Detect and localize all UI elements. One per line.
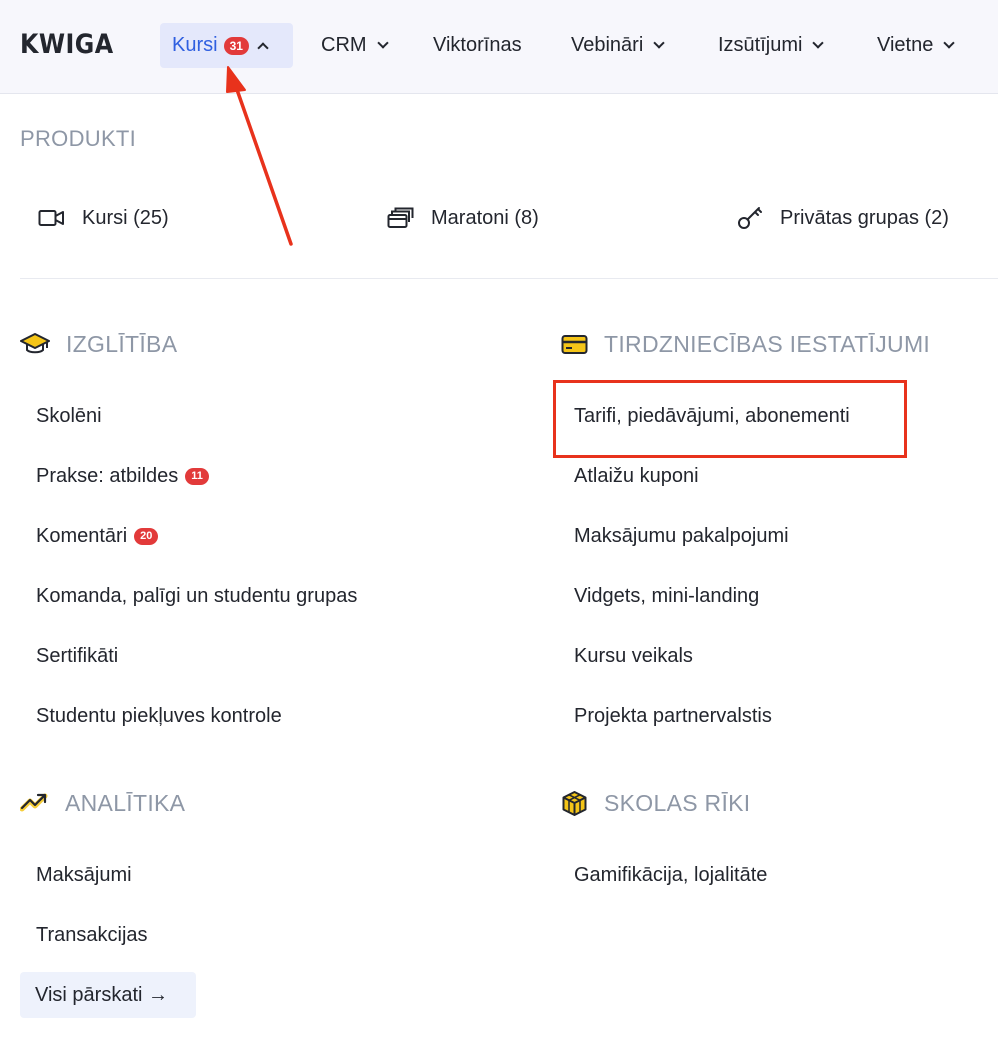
analytics-title: ANALĪTIKA: [65, 789, 186, 816]
nav-vebinari[interactable]: Vebināri: [571, 23, 665, 68]
link-prakse-atbildes[interactable]: Prakse: atbildes 11: [36, 461, 209, 491]
product-privatas-grupas-label: Privātas grupas (2): [780, 206, 949, 229]
link-transakcijas-label: Transakcijas: [36, 923, 148, 946]
nav-izsutijumi-label: Izsūtījumi: [718, 34, 803, 56]
link-maksajumi-label: Maksājumi: [36, 863, 132, 886]
link-maksajumi[interactable]: Maksājumi: [36, 860, 132, 890]
link-transakcijas[interactable]: Transakcijas: [36, 920, 148, 950]
school-tools-title: SKOLAS RĪKI: [604, 789, 751, 816]
link-maksajumu-pakalpojumi[interactable]: Maksājumu pakalpojumi: [574, 521, 789, 551]
nav-kursi-label: Kursi: [172, 34, 218, 56]
link-partnervalstis-label: Projekta partnervalstis: [574, 704, 772, 727]
section-divider: [20, 278, 998, 279]
annotation-highlight-box: [553, 380, 907, 458]
trend-up-icon: [20, 793, 48, 812]
products-heading: PRODUKTI: [20, 126, 137, 151]
credit-card-icon: [561, 334, 588, 354]
link-komanda[interactable]: Komanda, palīgi un studentu grupas: [36, 581, 357, 611]
product-privatas-grupas-link[interactable]: Privātas grupas (2): [737, 202, 949, 234]
nav-viktorinas[interactable]: Viktorīnas: [433, 23, 522, 68]
cube-icon: [562, 790, 587, 816]
nav-crm[interactable]: CRM: [321, 23, 389, 68]
link-komentari[interactable]: Komentāri 20: [36, 521, 159, 551]
nav-vietne-label: Vietne: [877, 34, 934, 56]
link-sertifikati-label: Sertifikāti: [36, 644, 119, 667]
key-icon: [738, 207, 762, 229]
link-sertifikati[interactable]: Sertifikāti: [36, 641, 118, 671]
link-skoleni-label: Skolēni: [36, 404, 102, 427]
nav-kursi[interactable]: Kursi 31: [160, 23, 293, 68]
product-kursi-label: Kursi (25): [82, 206, 169, 229]
education-title: IZGLĪTĪBA: [66, 330, 178, 357]
nav-kursi-badge: 31: [223, 36, 249, 55]
link-piekluves-kontrole[interactable]: Studentu piekļuves kontrole: [36, 701, 282, 731]
education-heading: IZGLĪTĪBA: [20, 327, 177, 361]
product-maratoni-link[interactable]: Maratoni (8): [387, 202, 539, 234]
link-kursu-veikals-label: Kursu veikals: [574, 644, 693, 667]
analytics-heading: ANALĪTIKA: [20, 786, 185, 820]
sales-settings-title: TIRDZNIECĪBAS IESTATĪJUMI: [604, 330, 931, 357]
nav-vebinari-label: Vebināri: [571, 34, 644, 56]
link-vidgets-label: Vidgets, mini-landing: [574, 584, 760, 607]
link-partnervalstis[interactable]: Projekta partnervalstis: [574, 701, 772, 731]
link-atlaizu-kuponi[interactable]: Atlaižu kuponi: [574, 461, 699, 491]
komentari-count-badge: 20: [134, 527, 159, 545]
product-kursi-link[interactable]: Kursi (25): [38, 202, 169, 234]
chevron-down-icon: [812, 37, 825, 49]
link-gamifikacija-label: Gamifikācija, lojalitāte: [574, 863, 768, 886]
all-reports-label: Visi pārskati →: [35, 983, 169, 1006]
product-maratoni-label: Maratoni (8): [431, 206, 539, 229]
nav-izsutijumi[interactable]: Izsūtījumi: [718, 23, 825, 68]
link-skoleni[interactable]: Skolēni: [36, 401, 102, 431]
link-komentari-label: Komentāri: [36, 524, 128, 547]
link-vidgets[interactable]: Vidgets, mini-landing: [574, 581, 759, 611]
link-gamifikacija[interactable]: Gamifikācija, lojalitāte: [574, 860, 767, 890]
link-prakse-atbildes-label: Prakse: atbildes: [36, 464, 179, 487]
chevron-down-icon: [376, 37, 389, 49]
chevron-up-icon: [257, 42, 269, 54]
graduation-cap-icon: [20, 333, 50, 354]
school-tools-heading: SKOLAS RĪKI: [561, 786, 750, 820]
stacked-cards-icon: [387, 207, 414, 228]
nav-vietne[interactable]: Vietne: [877, 23, 956, 68]
nav-viktorinas-label: Viktorīnas: [433, 34, 522, 56]
video-camera-icon: [38, 210, 64, 226]
link-maksajumu-pakalpojumi-label: Maksājumu pakalpojumi: [574, 524, 789, 547]
top-navigation-bar: KWIGA Kursi 31 CRM Viktorīnas Vebināri I…: [0, 0, 998, 94]
chevron-down-icon: [943, 37, 956, 49]
chevron-down-icon: [653, 37, 665, 49]
link-piekluves-kontrole-label: Studentu piekļuves kontrole: [36, 704, 282, 727]
sales-settings-heading: TIRDZNIECĪBAS IESTATĪJUMI: [561, 327, 930, 361]
link-komanda-label: Komanda, palīgi un studentu grupas: [36, 584, 358, 607]
prakse-count-badge: 11: [185, 467, 209, 485]
link-kursu-veikals[interactable]: Kursu veikals: [574, 641, 693, 671]
nav-crm-label: CRM: [321, 34, 367, 56]
link-atlaizu-kuponi-label: Atlaižu kuponi: [574, 464, 699, 487]
kwiga-logo[interactable]: KWIGA: [20, 29, 114, 60]
all-reports-button[interactable]: Visi pārskati →: [20, 972, 196, 1018]
